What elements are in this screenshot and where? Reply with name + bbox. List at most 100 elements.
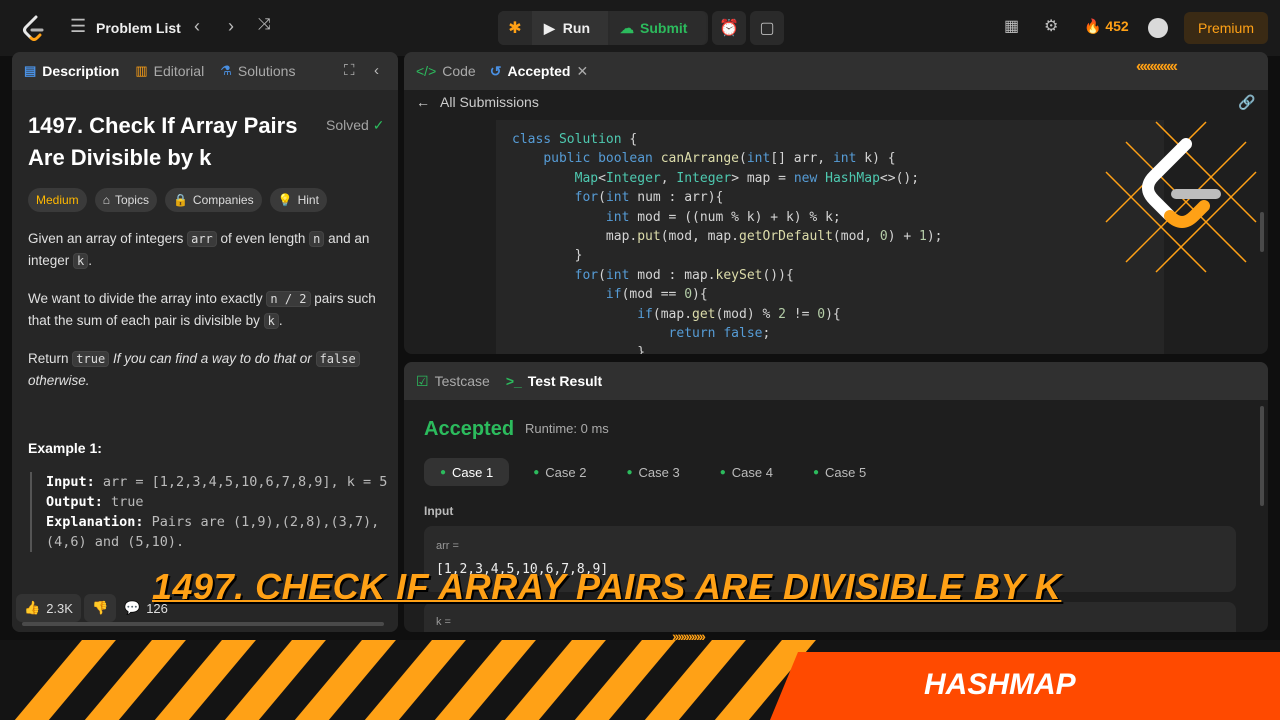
topics-tag[interactable]: ⌂ Topics bbox=[94, 188, 157, 212]
input-label: Input bbox=[424, 504, 454, 518]
leetcode-watermark-logo bbox=[1105, 121, 1257, 273]
tab-accepted[interactable]: ↺ Accepted ✕ bbox=[490, 63, 589, 80]
pass-dot-icon: ● bbox=[533, 466, 540, 478]
back-arrow-icon: ← bbox=[416, 94, 430, 110]
runtime-text: Runtime: 0 ms bbox=[525, 421, 609, 436]
pass-dot-icon: ● bbox=[440, 466, 447, 478]
problem-list-link[interactable]: Problem List bbox=[96, 20, 181, 36]
code-icon: </> bbox=[416, 63, 437, 79]
case-tabs: ● Case 1 ● Case 2 ● Case 3 ● Case 4 ● Case 5 bbox=[424, 458, 882, 486]
flask-icon: ⚗ bbox=[220, 63, 232, 78]
submit-button[interactable]: ☁ Submit bbox=[610, 11, 706, 45]
like-button[interactable]: 👍 2.3K bbox=[16, 594, 81, 622]
book-icon: ▥ bbox=[135, 63, 148, 78]
tab-editorial[interactable]: ▥ Editorial bbox=[135, 63, 204, 79]
thumbs-down-icon: 👎 bbox=[92, 600, 109, 615]
case-label: Case 4 bbox=[731, 464, 773, 480]
premium-button[interactable]: Premium bbox=[1184, 12, 1268, 44]
avatar[interactable] bbox=[1148, 18, 1168, 38]
video-title: 1497. CHECK IF ARRAY PAIRS ARE DIVISIBLE… bbox=[152, 566, 1062, 607]
layout-icon[interactable]: ▦ bbox=[1004, 16, 1019, 36]
tag-row: Medium ⌂ Topics 🔒 Companies 💡 Hint bbox=[28, 188, 327, 212]
topic-tag: HASHMAP bbox=[924, 668, 1076, 701]
tab-accepted-label: Accepted bbox=[507, 63, 571, 79]
tab-testcase-label: Testcase bbox=[434, 373, 490, 389]
lightbulb-icon: 💡 bbox=[277, 193, 293, 207]
case-label: Case 1 bbox=[452, 464, 494, 480]
like-count: 2.3K bbox=[46, 600, 73, 616]
link-icon[interactable]: 🔗 bbox=[1238, 94, 1255, 111]
dislike-button[interactable]: 👎 bbox=[84, 594, 117, 622]
arr-key: arr = bbox=[436, 540, 459, 552]
all-submissions-label: All Submissions bbox=[440, 94, 539, 110]
debug-icon[interactable]: ✱ bbox=[498, 11, 532, 45]
difficulty-badge: Medium bbox=[28, 188, 87, 212]
history-icon: ↺ bbox=[489, 62, 502, 79]
desc-paragraph-2: We want to divide the array into exactly… bbox=[28, 291, 376, 329]
result-tabs: ☑ Testcase >_ Test Result bbox=[404, 362, 1268, 400]
leetcode-logo[interactable] bbox=[22, 15, 46, 41]
all-submissions-link[interactable]: ← All Submissions bbox=[416, 94, 539, 110]
collapse-icon[interactable]: ‹ bbox=[374, 62, 379, 79]
document-icon: ▤ bbox=[24, 63, 37, 78]
play-icon: ▶ bbox=[544, 19, 555, 36]
desc-paragraph-1: Given an array of integers arr of even l… bbox=[28, 231, 370, 269]
tab-code-label: Code bbox=[442, 63, 476, 79]
topics-label: Topics bbox=[114, 193, 149, 207]
next-problem-icon[interactable]: › bbox=[228, 16, 234, 37]
comment-icon: 💬 bbox=[124, 600, 141, 615]
horizontal-scrollbar[interactable] bbox=[22, 622, 384, 626]
fullscreen-icon[interactable]: ⛶ bbox=[344, 62, 355, 79]
case-tab-2[interactable]: ● Case 2 bbox=[517, 458, 602, 486]
hint-tag[interactable]: 💡 Hint bbox=[269, 188, 327, 212]
result-scrollbar[interactable] bbox=[1260, 406, 1264, 506]
code-panel: </> Code ↺ Accepted ✕ ← All Submissions 🔗 cl… bbox=[404, 52, 1268, 354]
tab-solutions-label: Solutions bbox=[237, 63, 296, 79]
k-key: k = bbox=[436, 616, 451, 628]
cloud-upload-icon: ☁ bbox=[620, 19, 634, 36]
pass-dot-icon: ● bbox=[626, 466, 633, 478]
problem-title: 1497. Check If Array Pairs Are Divisible… bbox=[28, 113, 298, 170]
case-tab-4[interactable]: ● Case 4 bbox=[704, 458, 789, 486]
close-icon[interactable]: ✕ bbox=[576, 63, 588, 80]
case-tab-1[interactable]: ● Case 1 bbox=[424, 458, 510, 486]
decorative-chevrons: ›››››››››››› bbox=[672, 628, 706, 644]
streak-counter[interactable]: 🔥 452 bbox=[1084, 18, 1129, 35]
pass-dot-icon: ● bbox=[813, 466, 820, 478]
example-title: Example 1: bbox=[28, 440, 102, 456]
code-scrollbar[interactable] bbox=[1260, 212, 1264, 252]
submit-label: Submit bbox=[640, 20, 688, 36]
prev-problem-icon[interactable]: ‹ bbox=[194, 16, 200, 37]
companies-tag[interactable]: 🔒 Companies bbox=[164, 188, 262, 212]
shuffle-icon[interactable]: ⤨ bbox=[258, 16, 271, 34]
list-icon[interactable]: ☰ bbox=[70, 16, 86, 37]
tab-testcase[interactable]: ☑ Testcase bbox=[416, 373, 490, 390]
check-circle-icon: ✓ bbox=[372, 117, 385, 133]
case-tab-5[interactable]: ● Case 5 bbox=[797, 458, 882, 486]
notes-icon[interactable]: ▢ bbox=[750, 11, 784, 45]
pass-dot-icon: ● bbox=[719, 466, 726, 478]
tab-solutions[interactable]: ⚗ Solutions bbox=[220, 63, 295, 79]
case-label: Case 3 bbox=[638, 464, 680, 480]
thumbs-up-icon: 👍 bbox=[24, 600, 41, 615]
tab-description-label: Description bbox=[42, 63, 120, 79]
companies-label: Companies bbox=[192, 193, 254, 207]
tab-test-result[interactable]: >_ Test Result bbox=[506, 373, 602, 389]
solution-code: class Solution { public boolean canArran… bbox=[512, 132, 943, 354]
decorative-chevrons: ‹‹‹‹‹‹‹‹‹‹‹‹ bbox=[1136, 58, 1178, 75]
case-tab-3[interactable]: ● Case 3 bbox=[611, 458, 696, 486]
lock-icon: 🔒 bbox=[172, 193, 188, 207]
hint-label: Hint bbox=[297, 193, 319, 207]
gear-icon[interactable]: ⚙ bbox=[1044, 16, 1058, 36]
tab-description[interactable]: ▤ Description bbox=[24, 63, 119, 79]
desc-paragraph-3: Return true If you can find a way to do … bbox=[28, 348, 388, 391]
run-button[interactable]: ▶ Run bbox=[532, 11, 608, 45]
fire-icon: 🔥 bbox=[1084, 18, 1102, 34]
result-status: Accepted bbox=[424, 418, 515, 440]
solved-label: Solved bbox=[326, 117, 369, 133]
tag-icon: ⌂ bbox=[102, 193, 110, 207]
case-label: Case 2 bbox=[545, 464, 587, 480]
alarm-icon[interactable]: ⏰ bbox=[712, 11, 746, 45]
solved-status: Solved ✓ bbox=[326, 117, 384, 134]
tab-code[interactable]: </> Code bbox=[416, 63, 476, 79]
